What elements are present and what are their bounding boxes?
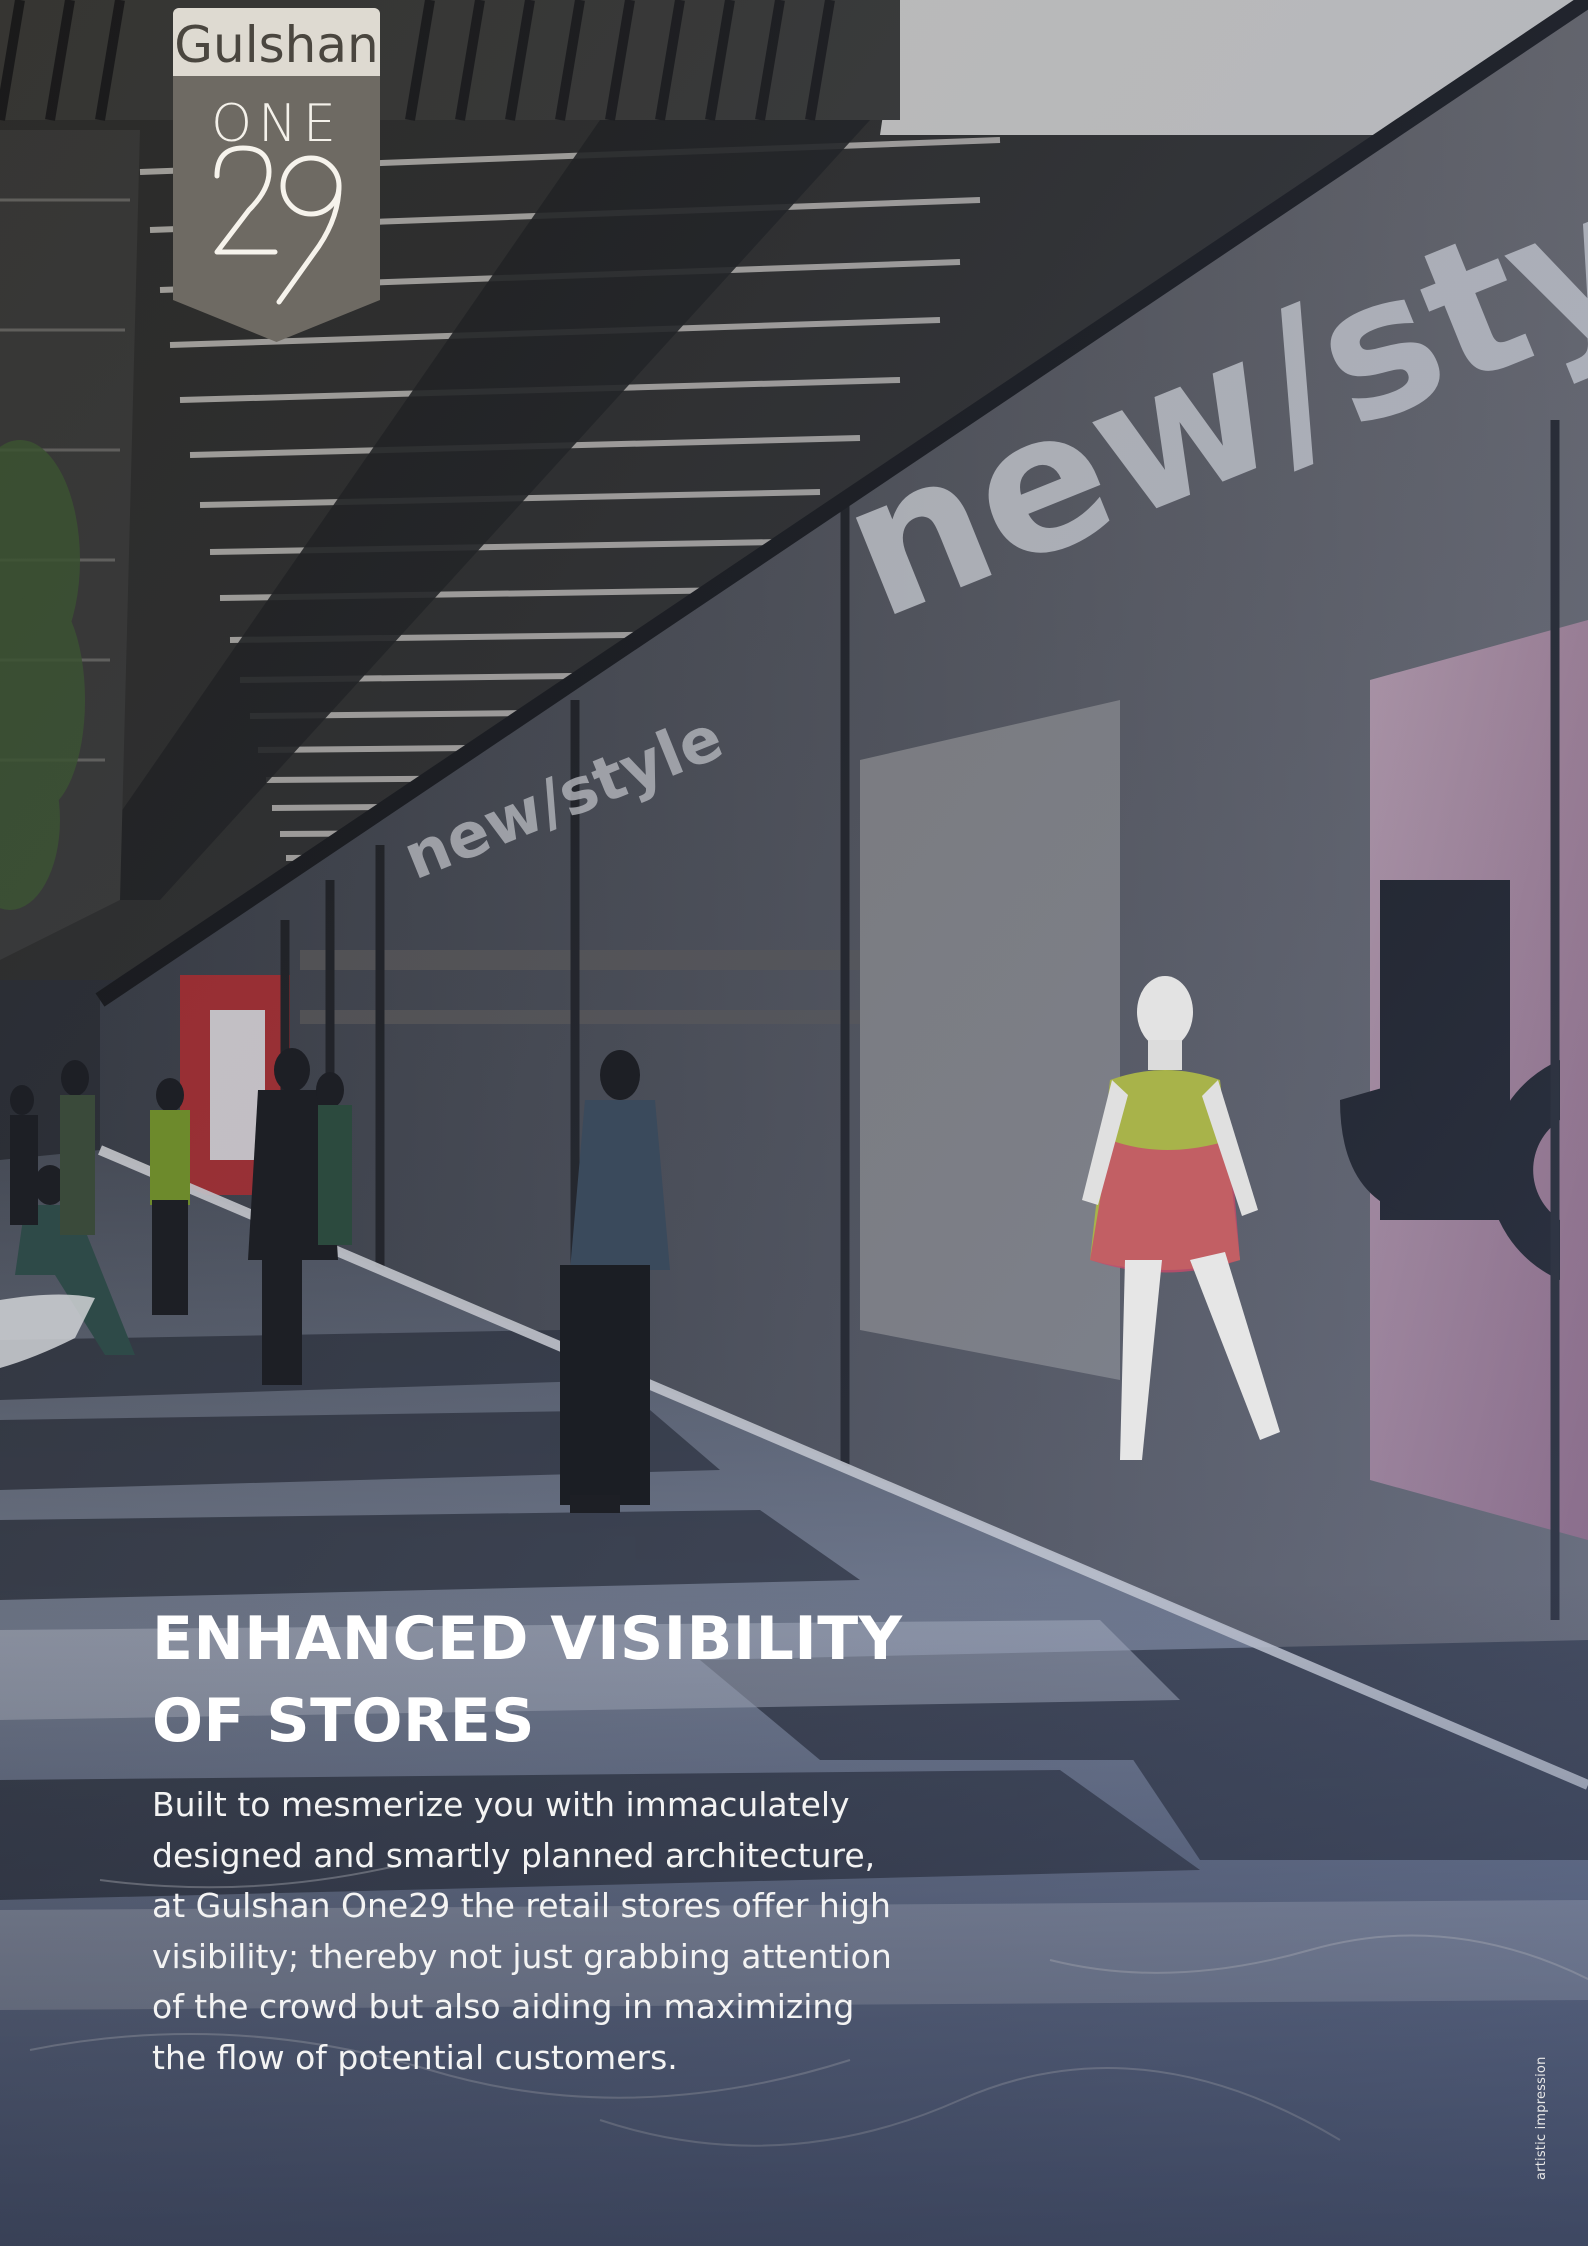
- body-line: the flow of potential customers.: [152, 2037, 678, 2077]
- page-headline: ENHANCED VISIBILITY OF STORES: [152, 1598, 1052, 1762]
- logo-one-label: ONE: [211, 94, 342, 154]
- brand-logo: Gulshan ONE: [173, 8, 380, 342]
- body-line: visibility; thereby not just grabbing at…: [152, 1936, 892, 1976]
- logo-wordmark: Gulshan: [174, 16, 379, 74]
- body-line: designed and smartly planned architectur…: [152, 1835, 876, 1875]
- body-line: Built to mesmerize you with immaculately: [152, 1785, 850, 1824]
- artistic-impression-note: artistic impression: [1534, 2056, 1549, 2180]
- body-line: at Gulshan One29 the retail stores offer…: [152, 1886, 891, 1925]
- headline-line-1: ENHANCED VISIBILITY: [152, 1604, 903, 1674]
- headline-line-2: OF STORES: [152, 1686, 535, 1756]
- body-paragraph: Built to mesmerize you with immaculately…: [152, 1780, 972, 2083]
- body-line: of the crowd but also aiding in maximizi…: [152, 1987, 855, 2026]
